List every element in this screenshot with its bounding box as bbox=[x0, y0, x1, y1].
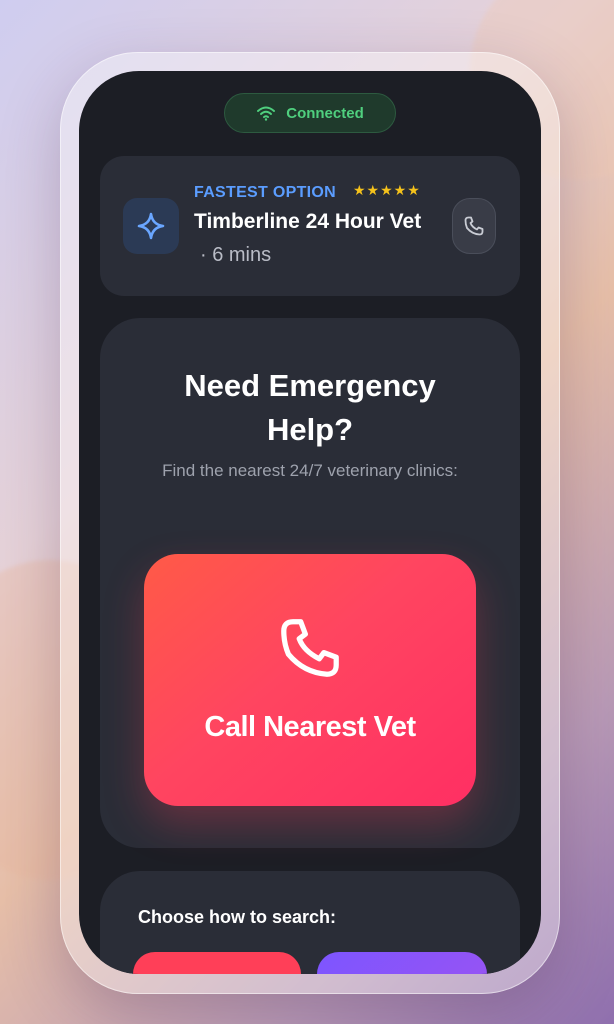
rating-stars: ★★★★★ bbox=[353, 183, 421, 199]
phone-icon bbox=[464, 216, 484, 236]
emergency-card: Need Emergency Help? Find the nearest 24… bbox=[100, 318, 520, 848]
emergency-title-text: Need Emergency Help? bbox=[184, 368, 436, 447]
search-option-button[interactable] bbox=[317, 952, 487, 974]
call-fastest-button[interactable] bbox=[452, 198, 496, 254]
connection-status-label: Connected bbox=[286, 104, 364, 122]
search-method-card: Choose how to search: bbox=[100, 871, 520, 974]
vet-name: Timberline 24 Hour Vet bbox=[194, 210, 422, 233]
connection-status-badge: Connected bbox=[224, 93, 396, 133]
search-method-label: Choose how to search: bbox=[138, 907, 337, 927]
search-option-button[interactable] bbox=[133, 952, 301, 974]
vet-eta: · 6 mins bbox=[200, 244, 272, 266]
fastest-option-card[interactable]: FASTEST OPTION ★★★★★ Timberline 24 Hour … bbox=[100, 156, 520, 296]
fastest-option-icon-box bbox=[123, 198, 179, 254]
phone-icon bbox=[281, 618, 339, 677]
wifi-icon bbox=[257, 106, 276, 121]
call-nearest-vet-button[interactable]: Call Nearest Vet bbox=[144, 554, 476, 806]
emergency-subtitle: Find the nearest 24/7 veterinary clinics… bbox=[162, 461, 458, 480]
sparkle-icon bbox=[137, 212, 165, 240]
fastest-option-tag: FASTEST OPTION bbox=[194, 184, 336, 201]
emergency-title: Need Emergency Help? bbox=[100, 364, 520, 452]
app-screen: Connected FASTEST OPTION ★★★★★ Timberlin… bbox=[79, 71, 541, 974]
call-nearest-vet-label: Call Nearest Vet bbox=[204, 710, 416, 743]
